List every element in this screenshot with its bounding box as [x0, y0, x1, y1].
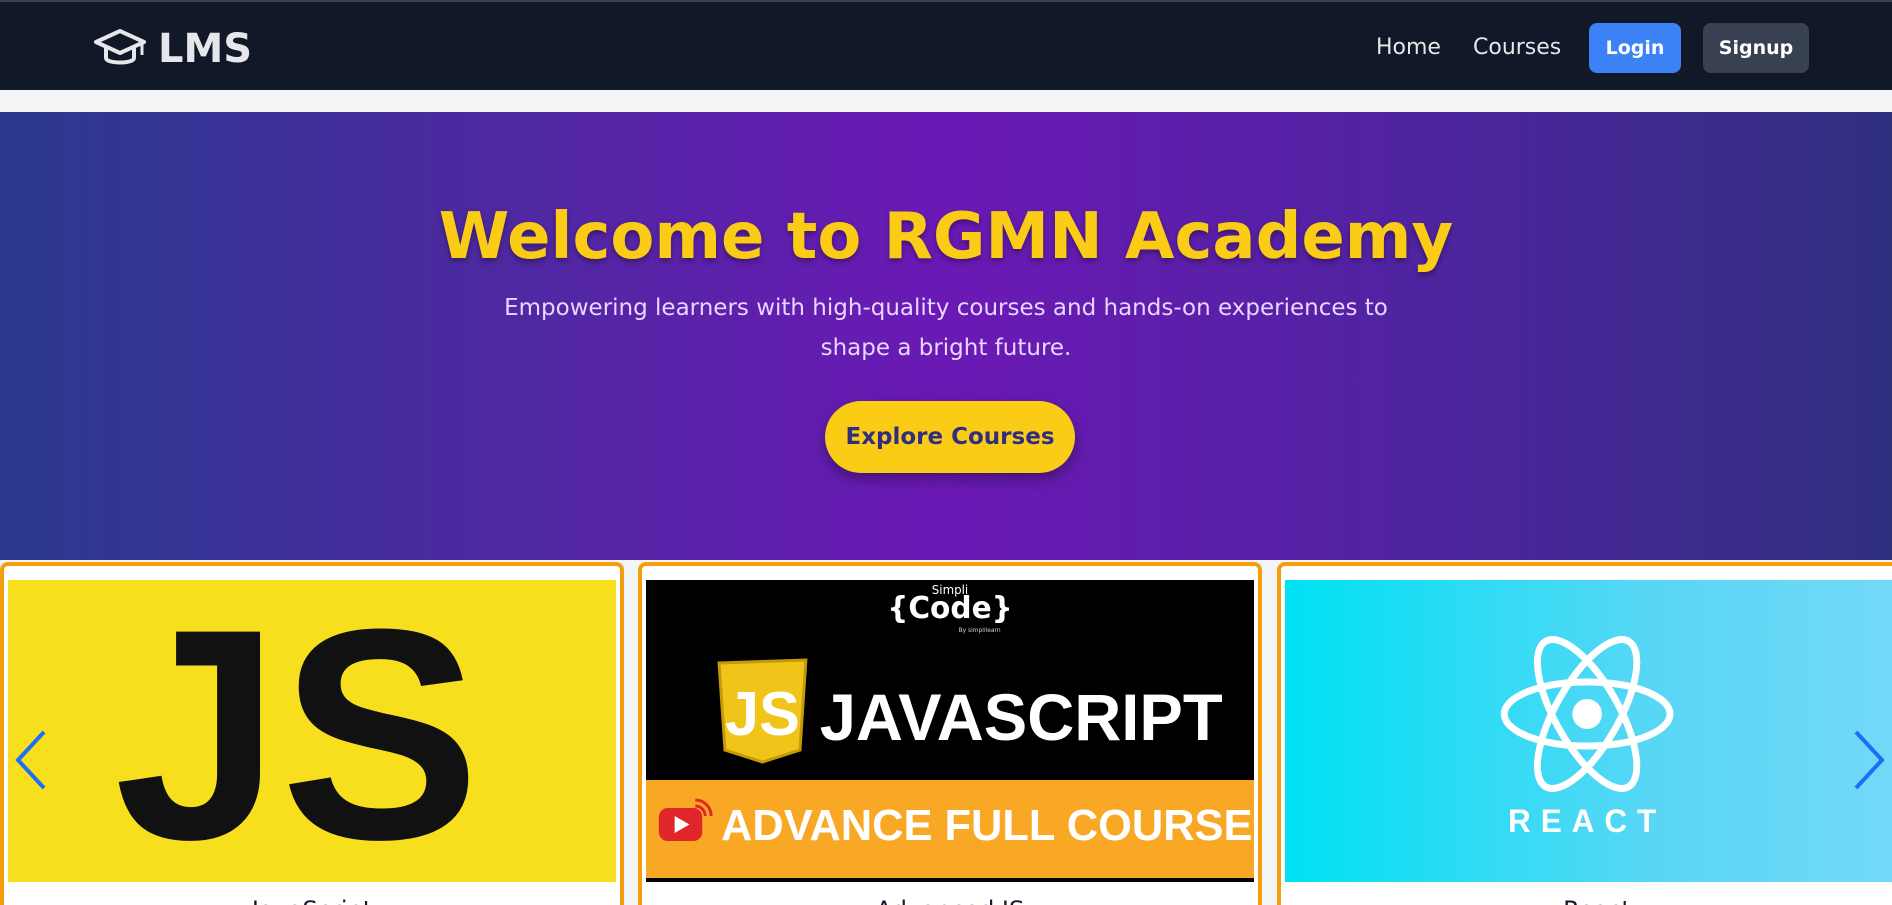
js-logo-text: JS [114, 580, 480, 882]
brand[interactable]: LMS [94, 26, 252, 72]
chevron-left-icon[interactable] [12, 728, 52, 792]
advanced-js-banner-image: Simpli {Code} By simplilearn JS JAVASCRI… [646, 580, 1254, 882]
login-button[interactable]: Login [1589, 23, 1681, 73]
course-card-javascript[interactable]: JS JavaScript [0, 562, 624, 905]
simplilearn-text: By simplilearn [959, 627, 1001, 634]
nav-courses-link[interactable]: Courses [1473, 35, 1561, 60]
react-logo-text: REACT [1508, 803, 1666, 839]
javascript-logo-image: JS [8, 580, 616, 882]
hero-section: Welcome to RGMN Academy Empowering learn… [0, 112, 1892, 560]
graduation-cap-icon [94, 29, 146, 65]
code-brand-text: {Code} [887, 591, 1012, 626]
course-card-title: Advanced JS [642, 896, 1258, 905]
navbar: LMS Home Courses Login Signup [0, 0, 1892, 90]
js-shield-text: JS [725, 680, 800, 749]
course-card-title: React [1281, 896, 1892, 905]
hero-title: Welcome to RGMN Academy [438, 200, 1454, 274]
explore-courses-button[interactable]: Explore Courses [825, 401, 1075, 473]
javascript-headline: JAVASCRIPT [820, 681, 1223, 754]
course-carousel: JS JavaScript Simpli {Code} By simplilea… [0, 560, 1892, 905]
brand-name: LMS [158, 26, 253, 72]
course-card-advanced-js[interactable]: Simpli {Code} By simplilearn JS JAVASCRI… [638, 562, 1262, 905]
course-card-react[interactable]: REACT React [1277, 562, 1892, 905]
react-logo-image: REACT [1285, 580, 1892, 882]
nav-home-link[interactable]: Home [1376, 35, 1441, 60]
signup-button[interactable]: Signup [1703, 23, 1809, 73]
hero-subtitle: Empowering learners with high-quality co… [504, 295, 1388, 361]
chevron-right-icon[interactable] [1848, 728, 1888, 792]
course-card-title: JavaScript [4, 896, 620, 905]
advance-full-course-text: ADVANCE FULL COURSE [721, 801, 1252, 850]
